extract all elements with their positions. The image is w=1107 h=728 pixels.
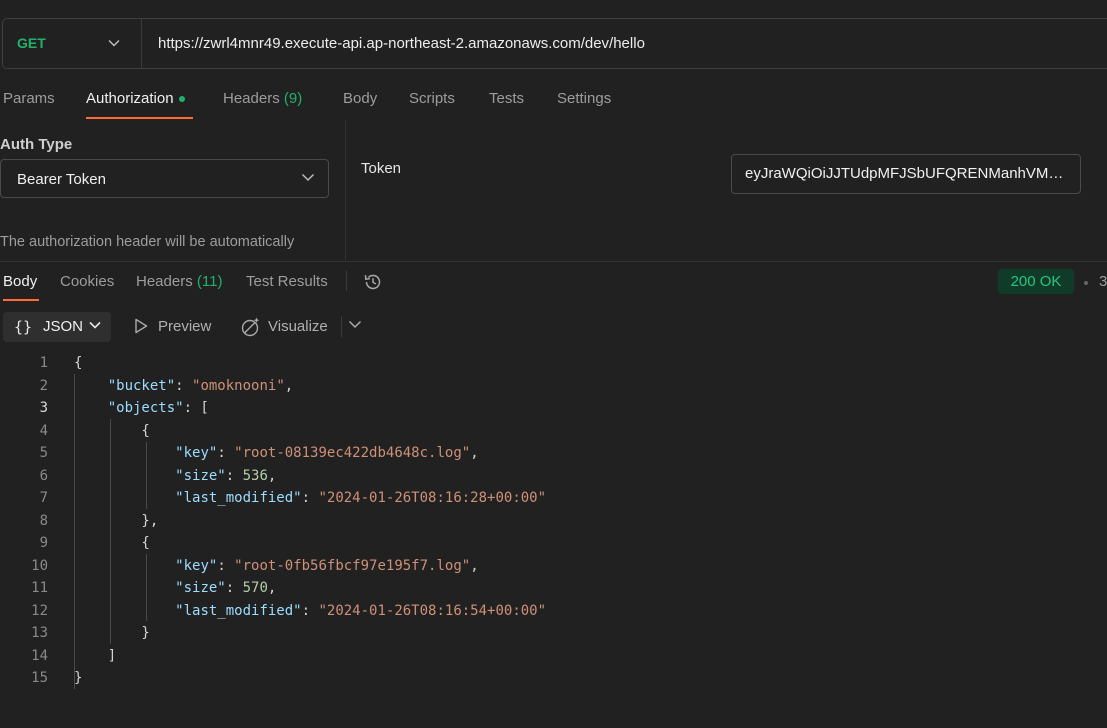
preview-button[interactable]: Preview [158,318,211,335]
object-size: 536 [242,467,268,484]
auth-help-text: The authorization header will be automat… [0,234,295,250]
auth-type-value: Bearer Token [17,171,106,188]
bucket-value: omoknooni [200,377,277,394]
response-tab-body[interactable]: Body [3,273,37,290]
line-number: 10 [31,557,48,574]
line-number: 7 [39,490,48,506]
toolbar-separator [341,316,342,337]
tab-headers-label: Headers [223,90,280,107]
line-number: 6 [39,467,48,484]
response-tab-test-results[interactable]: Test Results [246,273,328,290]
line-number: 2 [39,377,48,394]
line-number: 1 [39,355,48,371]
format-select[interactable]: {} JSON [3,312,111,342]
auth-type-label: Auth Type [0,136,73,153]
active-dot-icon [178,96,185,103]
play-icon[interactable] [134,318,148,334]
visualize-icon[interactable] [240,316,262,338]
status-badge[interactable]: 200 OK [998,269,1074,294]
url-divider [141,19,142,68]
line-number: 12 [31,602,48,619]
token-input[interactable]: eyJraWQiOiJJTUdpMFJSbUFQRENManhVMTRMZ2hD… [731,154,1081,194]
braces-icon: {} [14,318,33,336]
line-number: 15 [31,670,48,686]
object-size: 570 [242,580,268,596]
auth-type-select[interactable]: Bearer Token [0,159,329,198]
response-tab-cookies[interactable]: Cookies [60,273,114,290]
method-select[interactable]: GET [17,35,46,51]
tab-body[interactable]: Body [343,90,377,107]
chevron-down-icon [301,173,315,182]
format-label: JSON [43,318,84,335]
url-input[interactable]: https://zwrl4mnr49.execute-api.ap-northe… [158,35,645,52]
active-tab-indicator [86,117,193,119]
line-number: 13 [31,625,48,641]
history-icon[interactable] [362,271,384,293]
tab-separator [346,271,347,291]
object-last-modified: 2024-01-26T08:16:28+00:00 [326,490,538,506]
tab-authorization[interactable]: Authorization [86,90,185,107]
line-number: 3 [39,400,48,416]
response-tab-headers[interactable]: Headers (11) [136,273,222,290]
line-number: 11 [31,580,48,596]
tab-headers[interactable]: Headers (9) [223,90,302,107]
tab-params[interactable]: Params [3,90,55,107]
line-number: 9 [39,535,48,551]
tab-authorization-label: Authorization [86,90,174,107]
response-time[interactable]: 3 [1099,273,1107,290]
request-response-divider[interactable] [0,261,1107,262]
visualize-button[interactable]: Visualize [268,318,328,335]
chevron-down-icon [89,321,101,329]
line-number: 4 [39,422,48,439]
line-number: 14 [31,647,48,664]
line-number: 5 [39,445,48,461]
separator-dot [1084,281,1088,285]
pane-divider[interactable] [345,120,346,260]
object-key: root-08139ec422db4648c.log [242,445,462,461]
tab-settings[interactable]: Settings [557,90,611,107]
tab-scripts[interactable]: Scripts [409,90,455,107]
response-headers-count: (11) [196,273,223,290]
response-tab-headers-label: Headers [136,273,193,290]
url-bar: GET https://zwrl4mnr49.execute-api.ap-no… [2,18,1107,69]
object-key: root-0fb56fbcf97e195f7.log [242,557,462,574]
tab-tests[interactable]: Tests [489,90,524,107]
object-last-modified: 2024-01-26T08:16:54+00:00 [326,602,538,619]
line-number: 8 [39,512,48,529]
chevron-down-icon[interactable] [348,320,362,329]
token-label: Token [361,160,402,177]
headers-count: (9) [283,90,303,107]
active-response-tab-indicator [3,299,39,301]
chevron-down-icon[interactable] [108,39,120,47]
